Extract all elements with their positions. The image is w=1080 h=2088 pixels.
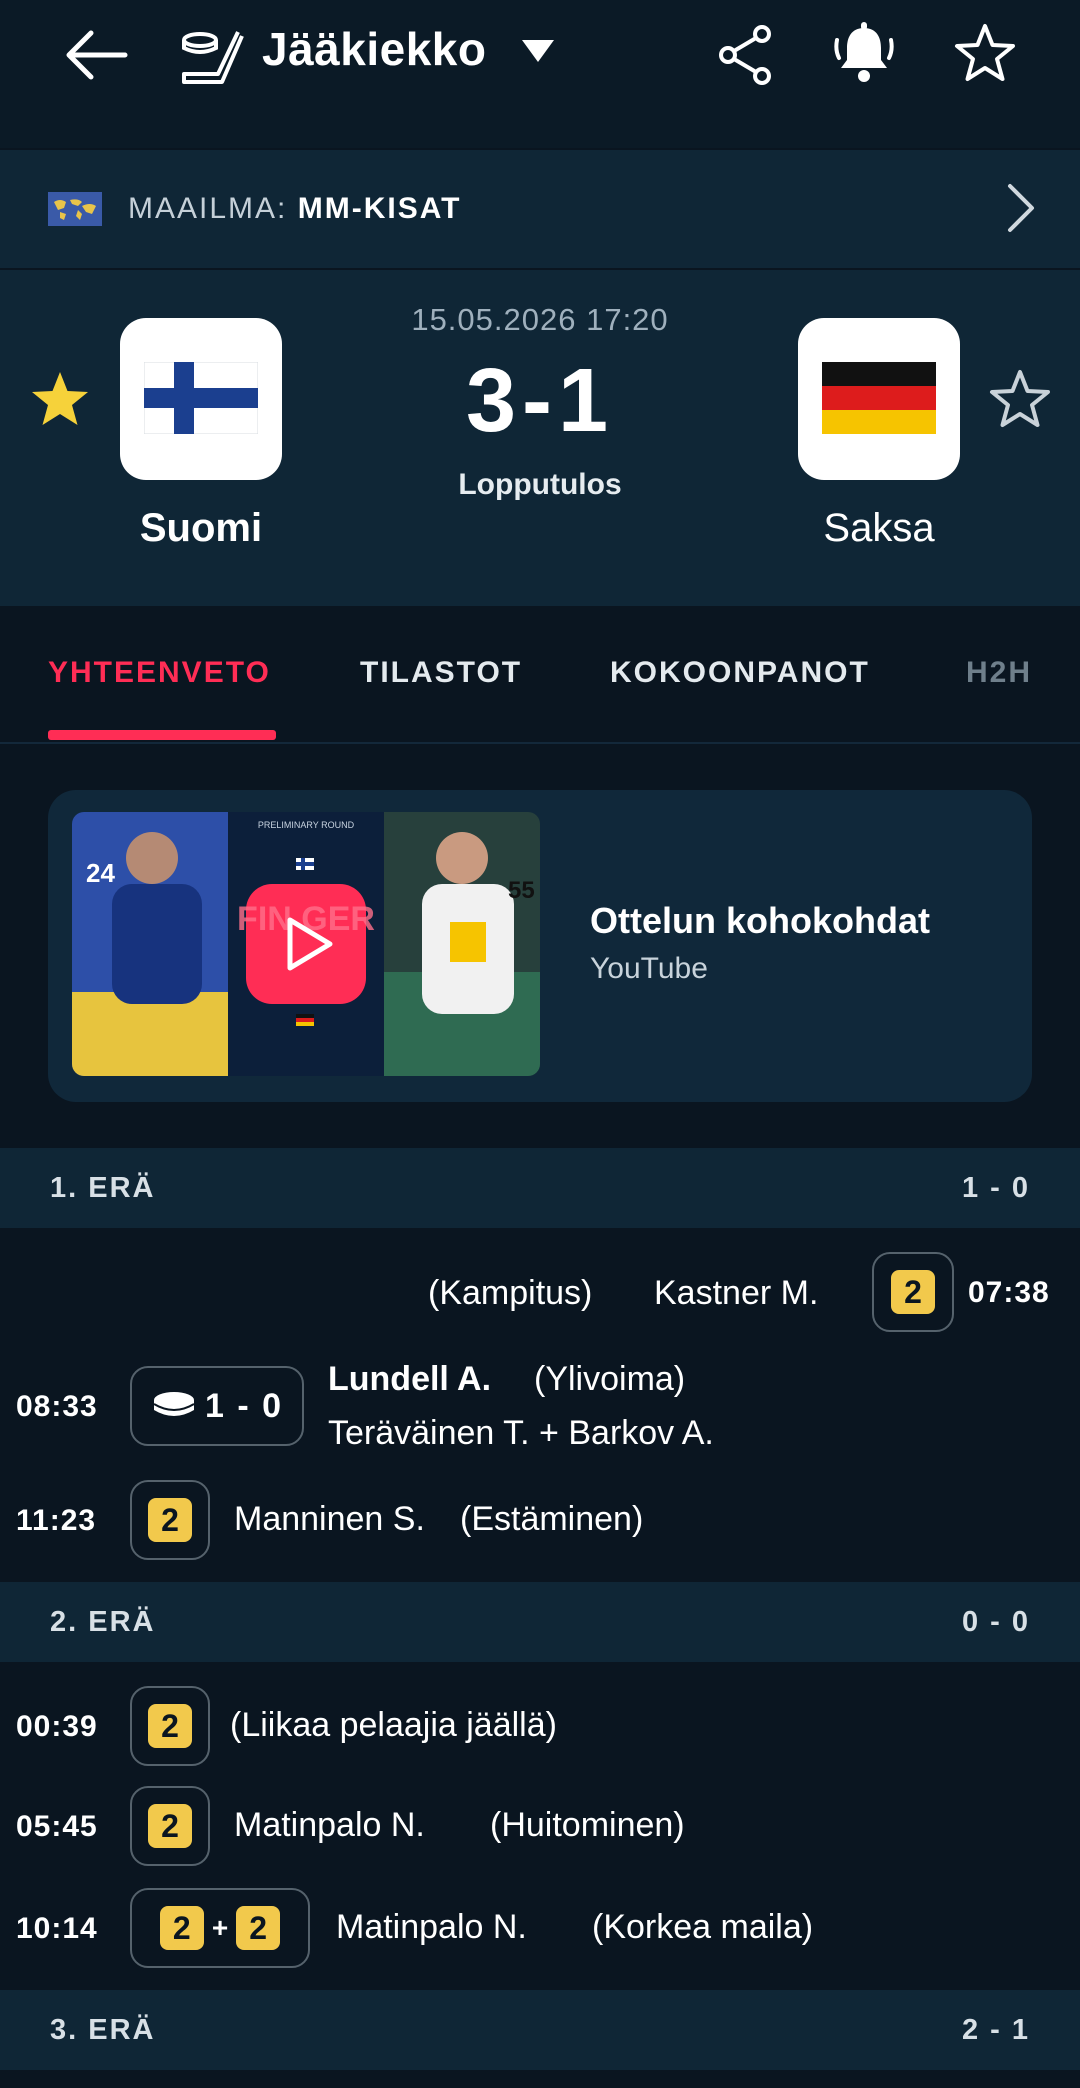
event-reason: (Estäminen) bbox=[460, 1500, 644, 1538]
finland-flag-icon bbox=[144, 362, 258, 434]
puck-icon bbox=[153, 1392, 195, 1416]
event-time: 10:14 bbox=[16, 1912, 98, 1945]
goal-scorer[interactable]: Lundell A. bbox=[328, 1360, 491, 1399]
competition-label: MAAILMA: MM-KISAT bbox=[128, 192, 461, 226]
period-score: 0 - 0 bbox=[961, 1606, 1030, 1638]
event-time: 07:38 bbox=[968, 1276, 1050, 1309]
event-player[interactable]: Kastner M. bbox=[654, 1274, 818, 1313]
goal-note: (Ylivoima) bbox=[534, 1360, 686, 1398]
share-button[interactable] bbox=[712, 20, 778, 90]
competition-name: MM-KISAT bbox=[297, 192, 462, 225]
active-tab-indicator bbox=[48, 730, 276, 740]
event-reason: (Kampitus) bbox=[428, 1274, 593, 1312]
away-team-name[interactable]: Saksa bbox=[749, 506, 1009, 551]
home-favorite-star-icon[interactable] bbox=[28, 368, 92, 432]
event-time: 00:39 bbox=[16, 1710, 98, 1743]
tab-summary[interactable]: YHTEENVETO bbox=[48, 656, 271, 690]
back-button[interactable] bbox=[56, 20, 136, 90]
tab-h2h[interactable]: H2H bbox=[966, 656, 1032, 690]
goal-assists[interactable]: Teräväinen T. + Barkov A. bbox=[328, 1414, 714, 1453]
event-player[interactable]: Matinpalo N. bbox=[336, 1908, 527, 1947]
period-label: 1. ERÄ bbox=[50, 1172, 156, 1204]
star-outline-icon bbox=[955, 24, 1015, 81]
thumbnail-caption: PRELIMINARY ROUND bbox=[258, 820, 355, 830]
goal-badge: 1 - 0 bbox=[130, 1366, 304, 1446]
event-reason: (Liikaa pelaajia jäällä) bbox=[230, 1706, 557, 1744]
event-time: 05:45 bbox=[16, 1810, 98, 1843]
event-reason: (Korkea maila) bbox=[592, 1908, 814, 1946]
away-favorite-star-icon[interactable] bbox=[988, 368, 1052, 432]
chevron-right-icon[interactable] bbox=[1006, 182, 1042, 238]
sport-title[interactable]: Jääkiekko bbox=[262, 22, 486, 76]
penalty-badge: 2 + 2 bbox=[130, 1888, 310, 1968]
penalty-minutes: 2 bbox=[236, 1906, 281, 1950]
period-1-header: 1. ERÄ 1 - 0 bbox=[0, 1148, 1080, 1228]
hockey-stick-icon bbox=[180, 26, 244, 86]
event-reason: (Huitominen) bbox=[490, 1806, 685, 1844]
period-label: 3. ERÄ bbox=[50, 2014, 156, 2046]
tab-lineups[interactable]: KOKOONPANOT bbox=[610, 656, 870, 690]
highlights-thumbnail[interactable]: 24 PRELIMINARY ROUND FIN GER 55 bbox=[72, 812, 540, 1076]
penalty-plus: + bbox=[211, 1912, 229, 1943]
event-time: 08:33 bbox=[16, 1390, 98, 1423]
penalty-minutes: 2 bbox=[148, 1704, 192, 1748]
competition-region: MAAILMA: bbox=[128, 192, 288, 225]
period-3-header: 3. ERÄ 2 - 1 bbox=[0, 1990, 1080, 2070]
tab-stats[interactable]: TILASTOT bbox=[360, 656, 522, 690]
germany-flag-icon bbox=[822, 362, 936, 434]
penalty-minutes: 2 bbox=[148, 1498, 192, 1542]
penalty-badge: 2 bbox=[872, 1252, 954, 1332]
penalty-badge: 2 bbox=[130, 1480, 210, 1560]
period-score: 1 - 0 bbox=[961, 1172, 1030, 1204]
event-player[interactable]: Matinpalo N. bbox=[234, 1806, 425, 1845]
dropdown-caret-icon[interactable] bbox=[520, 38, 560, 68]
notifications-button[interactable] bbox=[830, 18, 898, 88]
penalty-minutes: 2 bbox=[159, 1906, 204, 1950]
penalty-badge: 2 bbox=[130, 1686, 210, 1766]
period-label: 2. ERÄ bbox=[50, 1606, 156, 1638]
top-bar bbox=[0, 0, 1080, 148]
svg-text:55: 55 bbox=[508, 877, 535, 904]
period-2-header: 2. ERÄ 0 - 0 bbox=[0, 1582, 1080, 1662]
penalty-badge: 2 bbox=[130, 1786, 210, 1866]
penalty-minutes: 2 bbox=[148, 1804, 192, 1848]
back-arrow-icon bbox=[66, 30, 128, 80]
highlights-title[interactable]: Ottelun kohokohdat bbox=[590, 900, 930, 942]
match-status: Lopputulos bbox=[458, 468, 622, 501]
favorite-match-button[interactable] bbox=[950, 18, 1020, 88]
away-team-logo[interactable] bbox=[798, 318, 960, 480]
world-flag-icon bbox=[48, 192, 102, 226]
penalty-minutes: 2 bbox=[891, 1270, 935, 1314]
period-score: 2 - 1 bbox=[961, 2014, 1030, 2046]
match-score: 3-1 bbox=[465, 351, 615, 451]
match-datetime: 15.05.2026 17:20 bbox=[411, 302, 669, 337]
goal-running-score: 1 - 0 bbox=[204, 1386, 284, 1425]
highlights-source: YouTube bbox=[590, 952, 708, 985]
bell-icon bbox=[834, 22, 894, 82]
event-player[interactable]: Manninen S. bbox=[234, 1500, 425, 1539]
home-team-name[interactable]: Suomi bbox=[71, 506, 331, 551]
svg-text:24: 24 bbox=[86, 858, 115, 888]
share-icon bbox=[719, 25, 771, 85]
home-team-logo[interactable] bbox=[120, 318, 282, 480]
event-time: 11:23 bbox=[16, 1504, 97, 1537]
